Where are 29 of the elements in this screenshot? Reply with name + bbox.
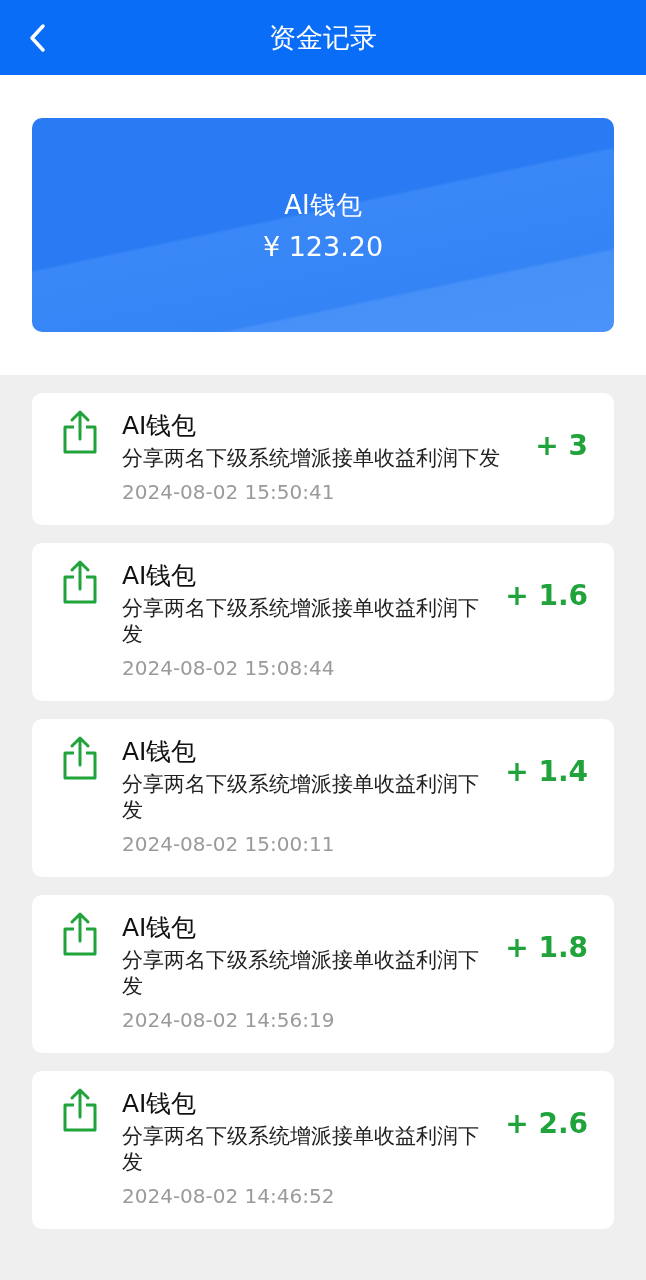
share-icon — [62, 409, 98, 455]
wallet-balance: ¥ 123.20 — [262, 231, 384, 262]
record-name: AI钱包 — [122, 912, 198, 944]
record-amount: + 1.8 — [505, 931, 588, 964]
record-description: 分享两名下级系统增派接单收益利润下发 — [122, 771, 480, 823]
record-time: 2024-08-02 14:56:19 — [122, 1007, 336, 1034]
record-amount: + 1.4 — [505, 755, 588, 788]
record-description: 分享两名下级系统增派接单收益利润下发 — [122, 445, 501, 471]
record-time: 2024-08-02 15:08:44 — [122, 655, 336, 682]
page-title: 资金记录 — [269, 20, 377, 55]
record-time: 2024-08-02 14:46:52 — [122, 1183, 336, 1210]
wallet-name: AI钱包 — [284, 189, 362, 222]
share-icon — [62, 735, 98, 781]
share-icon — [62, 911, 98, 957]
share-icon — [62, 559, 98, 605]
back-icon — [28, 23, 46, 53]
record-amount: + 3 — [535, 429, 588, 462]
record-time: 2024-08-02 15:50:41 — [122, 479, 336, 506]
record-amount: + 1.6 — [505, 579, 588, 612]
record-amount: + 2.6 — [505, 1107, 588, 1140]
record-name: AI钱包 — [122, 560, 198, 592]
record-name: AI钱包 — [122, 736, 198, 768]
record-description: 分享两名下级系统增派接单收益利润下发 — [122, 1123, 480, 1175]
record-name: AI钱包 — [122, 410, 198, 442]
share-icon — [62, 1087, 98, 1133]
record-time: 2024-08-02 15:00:11 — [122, 831, 336, 858]
record-name: AI钱包 — [122, 1088, 198, 1120]
record-description: 分享两名下级系统增派接单收益利润下发 — [122, 947, 480, 999]
record-description: 分享两名下级系统增派接单收益利润下发 — [122, 595, 480, 647]
